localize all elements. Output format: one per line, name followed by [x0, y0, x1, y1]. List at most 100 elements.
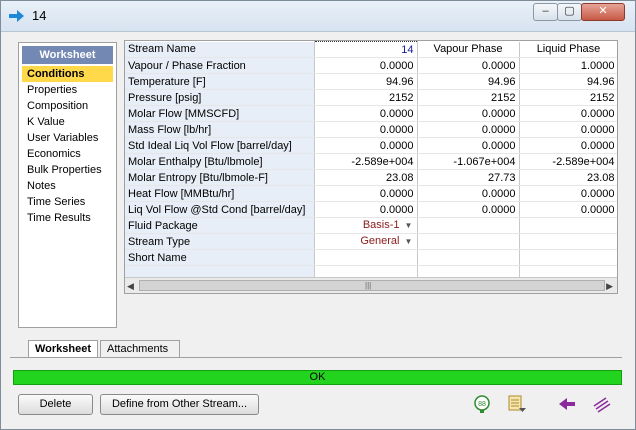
row-label: Molar Flow [MMSCFD] [125, 105, 315, 122]
sidebar-item-user-variables[interactable]: User Variables [22, 130, 113, 146]
sidebar-item-composition[interactable]: Composition [22, 98, 113, 114]
row-label: Fluid Package [125, 217, 315, 234]
column-header-liquid: Liquid Phase [519, 41, 617, 58]
value-cell: 94.96 [417, 73, 520, 90]
row-label: Heat Flow [MMBtu/hr] [125, 185, 315, 202]
value-cell[interactable]: 2152 [314, 89, 418, 106]
value-cell: 2152 [519, 89, 617, 106]
grip-icon: ||| [365, 281, 372, 290]
value-cell[interactable]: 0.0000 [314, 201, 418, 218]
status-bar: OK [13, 370, 622, 385]
value-cell: 0.0000 [417, 185, 520, 202]
value-cell[interactable]: 23.08 [314, 169, 418, 186]
table-row: Temperature [F] 94.96 94.96 94.96 [125, 73, 617, 90]
row-label: Liq Vol Flow @Std Cond [barrel/day] [125, 201, 315, 218]
table-row: Heat Flow [MMBtu/hr] 0.0000 0.0000 0.000… [125, 185, 617, 202]
scroll-thumb[interactable]: ||| [139, 280, 605, 291]
row-label: Pressure [psig] [125, 89, 315, 106]
sidebar: Worksheet Conditions Properties Composit… [18, 42, 117, 328]
value-cell[interactable]: 94.96 [314, 73, 418, 90]
row-label: Molar Enthalpy [Btu/lbmole] [125, 153, 315, 170]
table-row: Molar Flow [MMSCFD] 0.0000 0.0000 0.0000 [125, 105, 617, 122]
sidebar-item-conditions[interactable]: Conditions [22, 66, 113, 82]
value-cell: 0.0000 [519, 121, 617, 138]
value-cell[interactable]: 0.0000 [314, 57, 418, 74]
value-cell: 2152 [417, 89, 520, 106]
stream-type-select[interactable]: General ▼ [314, 233, 418, 250]
sidebar-item-k-value[interactable]: K Value [22, 114, 113, 130]
value-cell: 0.0000 [519, 201, 617, 218]
close-button[interactable]: ✕ [581, 3, 625, 21]
table-row: Stream Type General ▼ [125, 233, 617, 250]
sidebar-item-economics[interactable]: Economics [22, 146, 113, 162]
row-label: Molar Entropy [Btu/lbmole-F] [125, 169, 315, 186]
fluid-package-select[interactable]: Basis-1 ▼ [314, 217, 418, 234]
chevron-down-icon[interactable]: ▼ [404, 219, 414, 233]
table-row: Molar Entropy [Btu/lbmole-F] 23.08 27.73… [125, 169, 617, 186]
empty-cell [519, 249, 617, 266]
sidebar-item-time-results[interactable]: Time Results [22, 210, 113, 226]
minimize-button[interactable]: – [533, 3, 558, 21]
table-row: Liq Vol Flow @Std Cond [barrel/day] 0.00… [125, 201, 617, 218]
maximize-button[interactable]: ▢ [557, 3, 582, 21]
stream-type-value: General [360, 235, 400, 247]
value-cell: 0.0000 [417, 105, 520, 122]
scroll-right-icon[interactable]: ▶ [606, 281, 613, 292]
stream-name-input[interactable]: 14 [313, 41, 418, 58]
row-label: Short Name [125, 249, 315, 266]
chevron-down-icon[interactable]: ▼ [404, 235, 414, 249]
row-label: Stream Type [125, 233, 315, 250]
table-row: Mass Flow [lb/hr] 0.0000 0.0000 0.0000 [125, 121, 617, 138]
empty-cell [417, 233, 520, 250]
table-row: Pressure [psig] 2152 2152 2152 [125, 89, 617, 106]
value-cell[interactable]: 0.0000 [314, 137, 418, 154]
value-cell: 94.96 [519, 73, 617, 90]
sidebar-header: Worksheet [22, 46, 113, 64]
row-label: Vapour / Phase Fraction [125, 57, 315, 74]
value-cell: 23.08 [519, 169, 617, 186]
sidebar-item-notes[interactable]: Notes [22, 178, 113, 194]
sidebar-item-time-series[interactable]: Time Series [22, 194, 113, 210]
dropdown-grid-icon[interactable] [507, 394, 527, 414]
table-row: Molar Enthalpy [Btu/lbmole] -2.589e+004 … [125, 153, 617, 170]
row-label: Mass Flow [lb/hr] [125, 121, 315, 138]
delete-button[interactable]: Delete [18, 394, 93, 415]
sidebar-item-properties[interactable]: Properties [22, 82, 113, 98]
value-cell[interactable]: 0.0000 [314, 185, 418, 202]
table-row: Stream Name 14 Vapour Phase Liquid Phase [125, 41, 617, 58]
value-cell: 0.0000 [417, 121, 520, 138]
value-cell[interactable]: -2.589e+004 [314, 153, 418, 170]
forward-arrow-icon[interactable] [592, 394, 612, 414]
fluid-package-value: Basis-1 [362, 219, 400, 231]
value-cell: 27.73 [417, 169, 520, 186]
svg-text:88: 88 [478, 401, 486, 408]
value-cell: 0.0000 [519, 105, 617, 122]
tab-worksheet[interactable]: Worksheet [28, 340, 98, 358]
close-icon: ✕ [598, 5, 608, 17]
value-cell[interactable]: 0.0000 [314, 105, 418, 122]
value-cell[interactable]: 0.0000 [314, 121, 418, 138]
value-cell: 0.0000 [417, 137, 520, 154]
value-cell: 0.0000 [519, 137, 617, 154]
value-cell: 0.0000 [417, 57, 520, 74]
table-row: Fluid Package Basis-1 ▼ [125, 217, 617, 234]
tab-attachments[interactable]: Attachments [100, 340, 180, 358]
stream-badge-88-icon[interactable]: 88 [472, 394, 492, 414]
back-arrow-icon[interactable] [557, 394, 577, 414]
blue-arrow-icon [9, 10, 24, 22]
row-label: Stream Name [125, 41, 315, 58]
tab-divider [10, 357, 622, 358]
horizontal-scrollbar[interactable]: ◀ ||| ▶ [125, 277, 617, 293]
value-cell: -2.589e+004 [519, 153, 617, 170]
scroll-left-icon[interactable]: ◀ [127, 281, 134, 292]
table-row: Short Name [125, 249, 617, 266]
column-header-vapour: Vapour Phase [417, 41, 520, 58]
window-title: 14 [32, 8, 47, 23]
short-name-input[interactable] [314, 249, 418, 266]
empty-cell [519, 233, 617, 250]
maximize-icon: ▢ [564, 5, 575, 17]
sidebar-item-bulk-properties[interactable]: Bulk Properties [22, 162, 113, 178]
row-label: Std Ideal Liq Vol Flow [barrel/day] [125, 137, 315, 154]
conditions-grid: Stream Name 14 Vapour Phase Liquid Phase… [124, 40, 618, 294]
define-from-other-stream-button[interactable]: Define from Other Stream... [100, 394, 259, 415]
